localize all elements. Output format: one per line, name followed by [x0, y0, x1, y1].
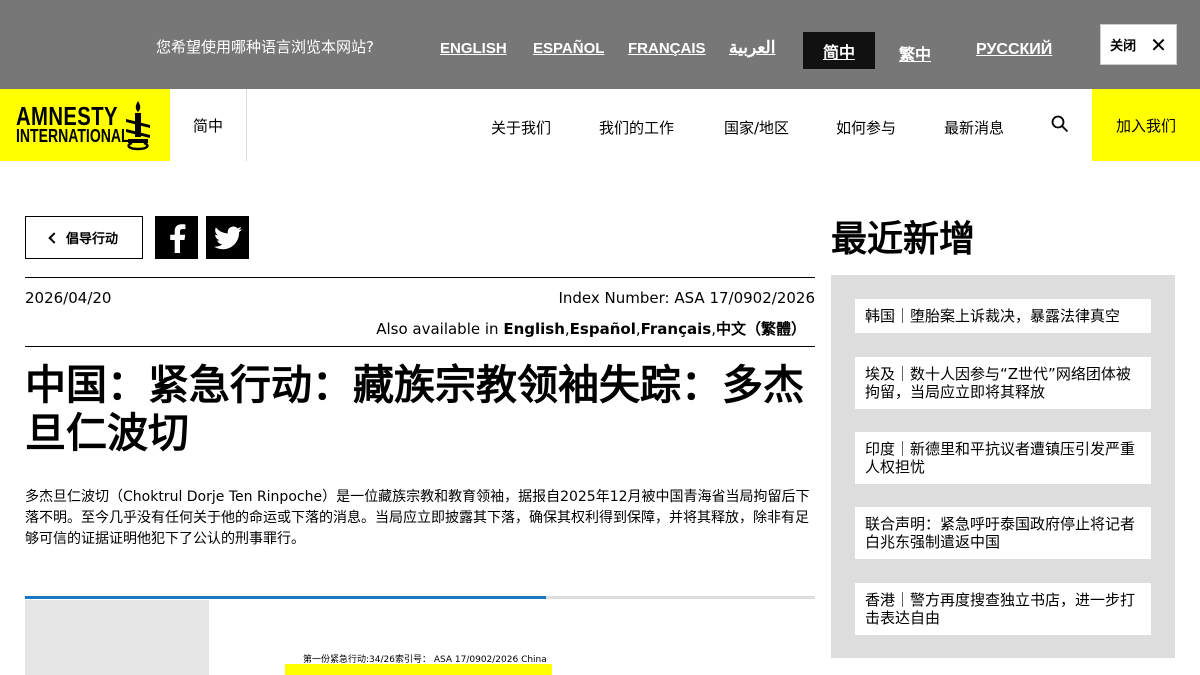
logo-line-2: INTERNATIONAL: [16, 126, 130, 147]
back-label: 倡导行动: [65, 232, 118, 247]
close-label: 关闭: [1110, 39, 1137, 54]
nav-about-us[interactable]: 关于我们: [491, 117, 551, 138]
news-item[interactable]: 联合声明：紧急呼吁泰国政府停止将记者白兆东强制遣返中国: [855, 507, 1151, 559]
news-item[interactable]: 韩国｜堕胎案上诉裁决，暴露法律真空: [855, 299, 1151, 333]
logo-line-1: AMNESTY: [16, 101, 118, 131]
translation-link-traditional-chinese[interactable]: 中文（繁體）: [716, 320, 806, 338]
news-item[interactable]: 香港｜警方再度搜查独立书店，进一步打击表达自由: [855, 583, 1151, 635]
candle-icon: [126, 101, 150, 151]
document-viewer-progress-track: [25, 596, 815, 599]
divider: [25, 277, 815, 278]
current-language-selector[interactable]: 简中: [170, 89, 247, 161]
join-us-button[interactable]: 加入我们: [1092, 89, 1200, 161]
language-link-french[interactable]: FRANÇAIS: [628, 40, 706, 57]
language-link-russian[interactable]: РУССКИЙ: [976, 41, 1052, 59]
translation-link-english[interactable]: English: [503, 320, 565, 338]
language-question: 您希望使用哪种语言浏览本网站?: [156, 38, 374, 56]
language-link-arabic[interactable]: العربية: [729, 38, 775, 58]
amnesty-logo[interactable]: AMNESTY INTERNATIONAL: [0, 89, 170, 161]
back-to-advocacy-button[interactable]: 倡导行动: [25, 216, 143, 259]
translation-link-french[interactable]: Français: [641, 320, 712, 338]
article-summary: 多杰旦仁波切（Choktrul Dorje Ten Rinpoche）是一位藏族…: [25, 489, 810, 547]
nav-get-involved[interactable]: 如何参与: [836, 117, 896, 138]
language-link-english[interactable]: ENGLISH: [440, 40, 507, 57]
divider: [25, 346, 815, 347]
language-link-simplified-chinese[interactable]: 简中: [803, 32, 875, 69]
index-number: Index Number: ASA 17/0902/2026: [558, 289, 815, 307]
language-link-traditional-chinese[interactable]: 繁中: [899, 41, 931, 65]
news-item[interactable]: 埃及｜数十人因参与“Z世代”网络团体被拘留，当局应立即将其释放: [855, 357, 1151, 409]
chevron-left-icon: [48, 231, 60, 244]
nav-countries[interactable]: 国家/地区: [724, 117, 789, 138]
translation-link-spanish[interactable]: Español: [570, 320, 636, 338]
article-title: 中国：紧急行动：藏族宗教领袖失踪：多杰旦仁波切: [25, 361, 804, 457]
document-viewer-progress-fill: [25, 596, 547, 599]
close-icon: ✕: [1150, 32, 1167, 57]
publish-date: 2026/04/20: [25, 289, 112, 307]
share-facebook-button[interactable]: [155, 216, 198, 259]
language-link-spanish[interactable]: ESPAÑOL: [533, 40, 604, 57]
recent-additions-title: 最近新增: [831, 219, 976, 260]
logo-wordmark: AMNESTY INTERNATIONAL: [16, 101, 130, 147]
language-banner: 您希望使用哪种语言浏览本网站? ENGLISH ESPAÑOL FRANÇAIS…: [0, 0, 1200, 89]
also-available-label: Also available in: [376, 320, 499, 338]
nav-latest-news[interactable]: 最新消息: [944, 117, 1004, 138]
document-title-band: [285, 664, 552, 675]
twitter-icon: [213, 225, 242, 249]
nav-our-work[interactable]: 我们的工作: [599, 117, 674, 138]
share-twitter-button[interactable]: [206, 216, 249, 259]
document-page-thumbnail[interactable]: [25, 600, 209, 675]
site-header: AMNESTY INTERNATIONAL 简中 关于我们 我们的工作 国家/地…: [0, 89, 1200, 161]
facebook-icon: [169, 223, 185, 253]
also-available-in: Also available in English,Español,França…: [376, 320, 806, 338]
news-item[interactable]: 印度｜新德里和平抗议者遭镇压引发严重人权担忧: [855, 432, 1151, 484]
close-language-banner-button[interactable]: 关闭 ✕: [1100, 24, 1177, 65]
search-icon[interactable]: [1051, 115, 1069, 133]
